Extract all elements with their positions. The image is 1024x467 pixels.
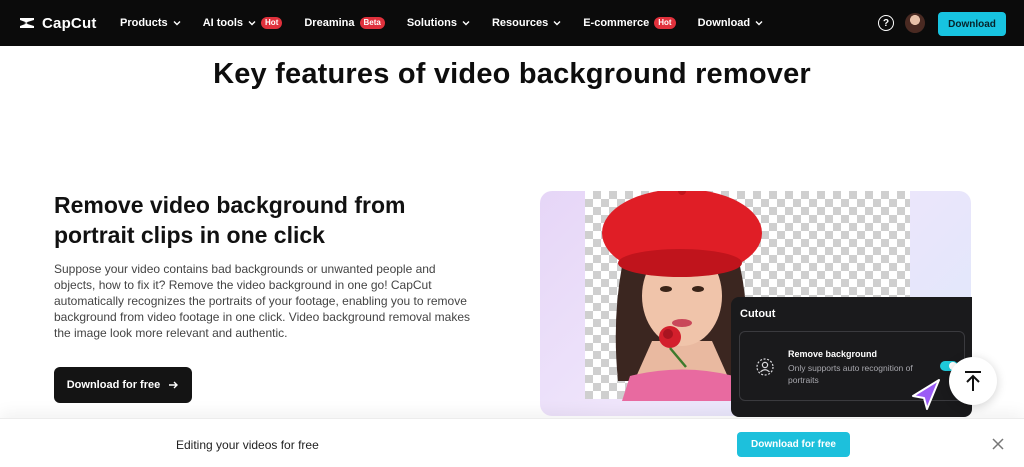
cutout-title: Cutout <box>740 308 776 320</box>
nav-item-label: Dreamina <box>304 17 355 29</box>
chevron-down-icon <box>755 21 763 26</box>
remove-background-label: Remove background <box>788 349 878 359</box>
help-icon[interactable]: ? <box>878 15 894 31</box>
bottom-download-button[interactable]: Download for free <box>737 432 850 457</box>
back-to-top-button[interactable] <box>949 357 997 405</box>
remove-background-description: Only supports auto recognition of portra… <box>788 363 913 385</box>
nav-item-ecommerce[interactable]: E-commerce Hot <box>583 17 676 29</box>
nav-item-label: E-commerce <box>583 17 650 29</box>
nav-item-label: Products <box>120 17 168 29</box>
chevron-down-icon <box>173 21 181 26</box>
feature-heading: Remove video background from portrait cl… <box>54 192 406 248</box>
bottom-promo-bar: Editing your videos for free Download fo… <box>0 418 1024 467</box>
nav-item-label: Download <box>697 17 751 29</box>
chevron-down-icon <box>462 21 470 26</box>
nav-item-dreamina[interactable]: Dreamina Beta <box>304 17 385 29</box>
hot-badge: Hot <box>654 17 676 29</box>
pointer-cursor-icon <box>912 379 940 410</box>
close-icon[interactable] <box>991 437 1005 451</box>
feature-description: Suppose your video contains bad backgrou… <box>54 262 471 340</box>
beta-badge: Beta <box>359 17 385 29</box>
nav-item-ai-tools[interactable]: AI tools Hot <box>203 17 283 29</box>
nav-item-solutions[interactable]: Solutions <box>407 17 470 29</box>
page-title: Key features of video background remover <box>213 58 811 90</box>
top-nav: CapCut Products AI tools Hot Dreamina Be… <box>0 0 1024 46</box>
chevron-down-icon <box>248 21 256 26</box>
capcut-logo[interactable]: CapCut <box>18 14 97 32</box>
avatar[interactable] <box>905 13 925 33</box>
nav-item-label: Solutions <box>406 17 457 29</box>
hot-badge: Hot <box>261 17 283 29</box>
nav-item-products[interactable]: Products <box>120 17 181 29</box>
capcut-logo-icon <box>20 18 34 28</box>
nav-download-button[interactable]: Download <box>938 12 1006 36</box>
nav-item-label: Resources <box>491 17 549 29</box>
nav-item-download[interactable]: Download <box>698 17 764 29</box>
chevron-down-icon <box>553 21 561 26</box>
download-for-free-button[interactable]: Download for free <box>54 367 192 403</box>
logo-text: CapCut <box>42 14 97 32</box>
main-menu: Products AI tools Hot Dreamina Beta Solu… <box>120 0 763 46</box>
cta-label: Download for free <box>66 379 161 391</box>
nav-item-resources[interactable]: Resources <box>492 17 561 29</box>
portrait-cutout-icon <box>756 358 774 376</box>
arrow-up-icon <box>965 371 981 391</box>
nav-item-label: AI tools <box>202 17 244 29</box>
promo-text: Editing your videos for free <box>176 438 319 452</box>
arrow-right-icon <box>169 381 179 389</box>
help-glyph: ? <box>882 17 890 29</box>
